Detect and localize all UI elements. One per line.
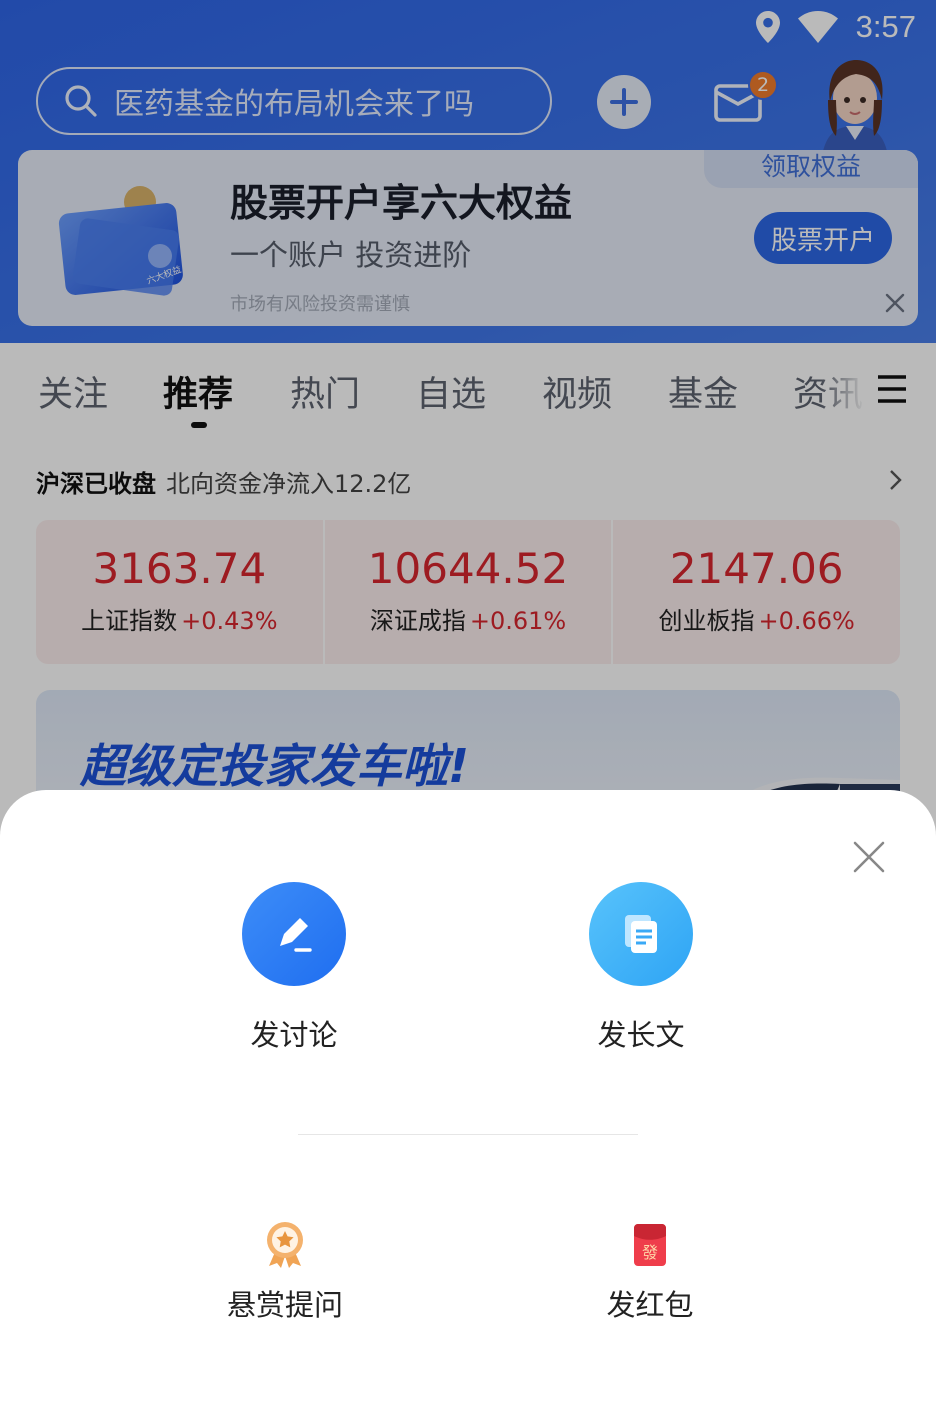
sheet-divider [298, 1134, 638, 1135]
post-article-button[interactable]: 发长文 [573, 882, 709, 1054]
medal-icon [267, 1222, 303, 1268]
post-article-label: 发长文 [597, 1018, 685, 1052]
bounty-question-label: 悬赏提问 [226, 1288, 343, 1322]
envelope-character: 發 [642, 1243, 658, 1262]
close-icon[interactable] [852, 840, 886, 874]
red-envelope-label: 发红包 [606, 1288, 694, 1322]
post-discussion-button[interactable]: 发讨论 [226, 882, 362, 1054]
document-icon [625, 915, 657, 953]
red-envelope-icon: 發 [634, 1224, 666, 1266]
red-envelope-button[interactable]: 發 发红包 [590, 1220, 710, 1324]
bounty-question-button[interactable]: 悬赏提问 [210, 1220, 360, 1324]
post-article-circle [589, 882, 693, 986]
pencil-icon [280, 918, 312, 952]
post-discussion-label: 发讨论 [250, 1018, 338, 1052]
post-discussion-circle [242, 882, 346, 986]
post-action-sheet: 发讨论 发长文 悬赏提问 發 发红包 [0, 790, 936, 1404]
